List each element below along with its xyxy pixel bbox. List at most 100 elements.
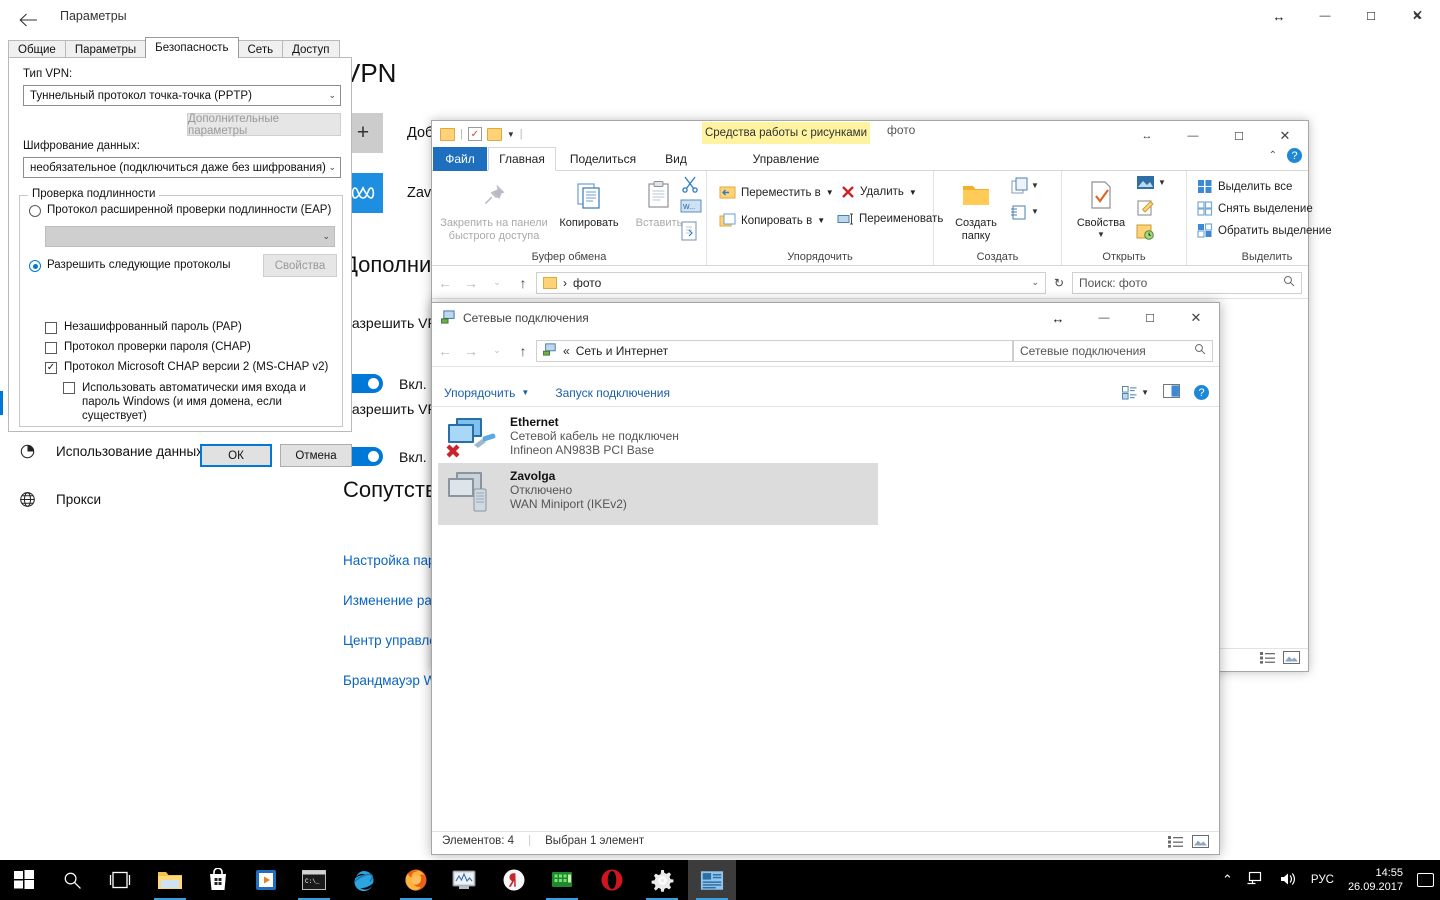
restore-down-icon[interactable]: ↔ <box>1035 303 1081 333</box>
properties-button[interactable]: Свойства ▼ <box>1068 175 1134 239</box>
chevron-down-icon[interactable]: ▼ <box>909 188 917 197</box>
tab-network[interactable]: Сеть <box>237 40 284 58</box>
preview-pane-button[interactable] <box>1163 384 1180 401</box>
sidebar-item-proxy[interactable]: Прокси <box>0 475 335 523</box>
network-tool-icon[interactable] <box>538 860 586 900</box>
chevron-down-icon[interactable]: ▼ <box>507 130 515 139</box>
search-icon[interactable] <box>48 860 96 900</box>
netconn-search-box[interactable]: Сетевые подключения <box>1013 339 1213 362</box>
new-folder-button[interactable]: Создать папку <box>944 175 1008 243</box>
chevron-down-icon[interactable]: ⌄ <box>484 277 510 288</box>
network-icon[interactable] <box>1247 871 1265 889</box>
checkbox-mschapv2[interactable]: ✓ Протокол Microsoft CHAP версии 2 (MS-C… <box>45 361 328 374</box>
tab-file[interactable]: Файл <box>433 147 487 171</box>
volume-icon[interactable] <box>1279 871 1297 890</box>
list-item[interactable]: Zavolga Отключено WAN Miniport (IKEv2) <box>438 463 878 525</box>
cut-button[interactable] <box>680 175 700 198</box>
checkbox-chap[interactable]: Протокол проверки пароля (CHAP) <box>45 341 251 354</box>
close-icon[interactable]: ✕ <box>1395 0 1440 30</box>
encryption-combobox[interactable]: необязательное (подключиться даже без ши… <box>23 157 341 178</box>
up-icon[interactable]: ↑ <box>510 275 536 291</box>
eap-properties-button[interactable]: Свойства <box>263 254 337 277</box>
list-item[interactable]: Ethernet Сетевой кабель не подключен Inf… <box>438 409 878 471</box>
checkbox-pap[interactable]: Незашифрованный пароль (PAP) <box>45 321 242 334</box>
help-icon[interactable]: ? <box>1194 385 1209 400</box>
language-indicator[interactable]: РУС <box>1311 874 1334 886</box>
file-explorer-icon[interactable] <box>146 860 194 900</box>
radio-eap[interactable]: Протокол расширенной проверки подлинност… <box>29 204 331 217</box>
breadcrumb[interactable]: « Сеть и Интернет <box>536 339 1013 362</box>
back-arrow-icon[interactable] <box>8 4 48 36</box>
up-icon[interactable]: ↑ <box>510 343 536 359</box>
select-all-button[interactable]: Выделить все <box>1197 179 1292 194</box>
toggle-metered[interactable]: Вкл. <box>343 374 427 393</box>
chevron-down-icon[interactable]: ▼ <box>1158 178 1166 187</box>
command-prompt-icon[interactable]: C:\_ <box>290 860 338 900</box>
chevron-down-icon[interactable]: ▼ <box>817 216 825 225</box>
microsoft-store-icon[interactable] <box>194 860 242 900</box>
toggle-roaming[interactable]: Вкл. <box>343 447 427 466</box>
checkbox-use-windows-credentials[interactable]: Использовать автоматически имя входа и п… <box>63 381 333 423</box>
tab-options[interactable]: Параметры <box>64 40 147 58</box>
chevron-down-icon[interactable]: ⌄ <box>484 345 510 356</box>
minimize-button[interactable]: — <box>1081 303 1127 333</box>
chevron-down-icon[interactable]: ▼ <box>1097 230 1105 239</box>
help-icon[interactable]: ? <box>1287 148 1302 163</box>
pin-to-quick-access-button[interactable]: Закрепить на панели быстрого доступа <box>440 175 548 243</box>
copy-to-button[interactable]: Копировать в ▼ <box>719 213 825 228</box>
eap-method-combobox[interactable]: ⌄ <box>45 226 335 247</box>
chevron-up-icon[interactable]: ⌃ <box>1222 872 1233 888</box>
radio-allow-protocols[interactable]: Разрешить следующие протоколы <box>29 259 230 272</box>
media-player-icon[interactable] <box>242 860 290 900</box>
copy-button[interactable]: Копировать <box>550 175 628 230</box>
large-icons-view-icon[interactable] <box>1283 651 1300 669</box>
copy-path-button[interactable]: W... <box>680 199 702 218</box>
new-folder-icon[interactable] <box>486 127 502 141</box>
breadcrumb[interactable]: › фото ⌄ <box>536 271 1046 294</box>
settings-gear-icon[interactable] <box>638 860 686 900</box>
explorer-search-box[interactable]: Поиск: фото <box>1072 271 1302 294</box>
tab-sharing[interactable]: Доступ <box>282 40 340 58</box>
chevron-down-icon[interactable]: ▼ <box>1031 181 1039 190</box>
close-button[interactable]: ✕ <box>1173 303 1219 333</box>
chevron-down-icon[interactable]: ▼ <box>1141 388 1149 397</box>
minimize-button[interactable]: — <box>1302 0 1348 32</box>
chevron-down-icon[interactable]: ⌄ <box>1031 277 1039 288</box>
breadcrumb-overflow[interactable]: « <box>563 344 570 358</box>
tab-general[interactable]: Общие <box>8 40 66 58</box>
chevron-down-icon[interactable]: ▼ <box>521 388 529 397</box>
forward-icon[interactable]: → <box>458 343 484 359</box>
back-icon[interactable]: ← <box>432 275 458 291</box>
windows-start-icon[interactable] <box>0 860 48 900</box>
forward-icon[interactable]: → <box>458 275 484 291</box>
tab-share[interactable]: Поделиться <box>558 147 648 171</box>
back-icon[interactable]: ← <box>432 343 458 359</box>
cancel-button[interactable]: Отмена <box>280 444 352 467</box>
chevron-up-icon[interactable]: ⌃ <box>1269 150 1277 161</box>
large-icons-view-icon[interactable] <box>1192 835 1209 853</box>
chevron-down-icon[interactable]: ▼ <box>826 188 834 197</box>
move-to-button[interactable]: Переместить в ▼ <box>719 185 834 200</box>
clock[interactable]: 14:55 26.09.2017 <box>1348 866 1403 894</box>
paste-shortcut-button[interactable] <box>680 221 698 246</box>
folder-icon[interactable] <box>440 127 455 141</box>
maximize-button[interactable]: ☐ <box>1127 303 1173 333</box>
system-monitor-icon[interactable] <box>440 860 488 900</box>
vpn-type-combobox[interactable]: Туннельный протокол точка-точка (PPTP) ⌄ <box>23 85 341 106</box>
opera-icon[interactable] <box>588 860 636 900</box>
details-view-icon[interactable] <box>1168 835 1183 853</box>
tab-view[interactable]: Вид <box>650 147 702 171</box>
open-with-button[interactable]: ▼ <box>1136 175 1166 190</box>
yandex-browser-icon[interactable] <box>490 860 538 900</box>
refresh-icon[interactable]: ↻ <box>1046 276 1072 290</box>
tab-manage[interactable]: Управление <box>720 147 852 171</box>
task-view-icon[interactable] <box>96 860 144 900</box>
properties-icon[interactable]: ✓ <box>467 127 482 141</box>
invert-selection-button[interactable]: Обратить выделение <box>1197 223 1332 238</box>
history-button[interactable] <box>1136 223 1155 245</box>
maximize-button[interactable]: ☐ <box>1348 0 1394 32</box>
tab-security[interactable]: Безопасность <box>145 37 239 58</box>
tab-home[interactable]: Главная <box>488 147 556 171</box>
rename-button[interactable]: Переименовать <box>837 213 943 225</box>
internet-explorer-icon[interactable] <box>340 860 388 900</box>
